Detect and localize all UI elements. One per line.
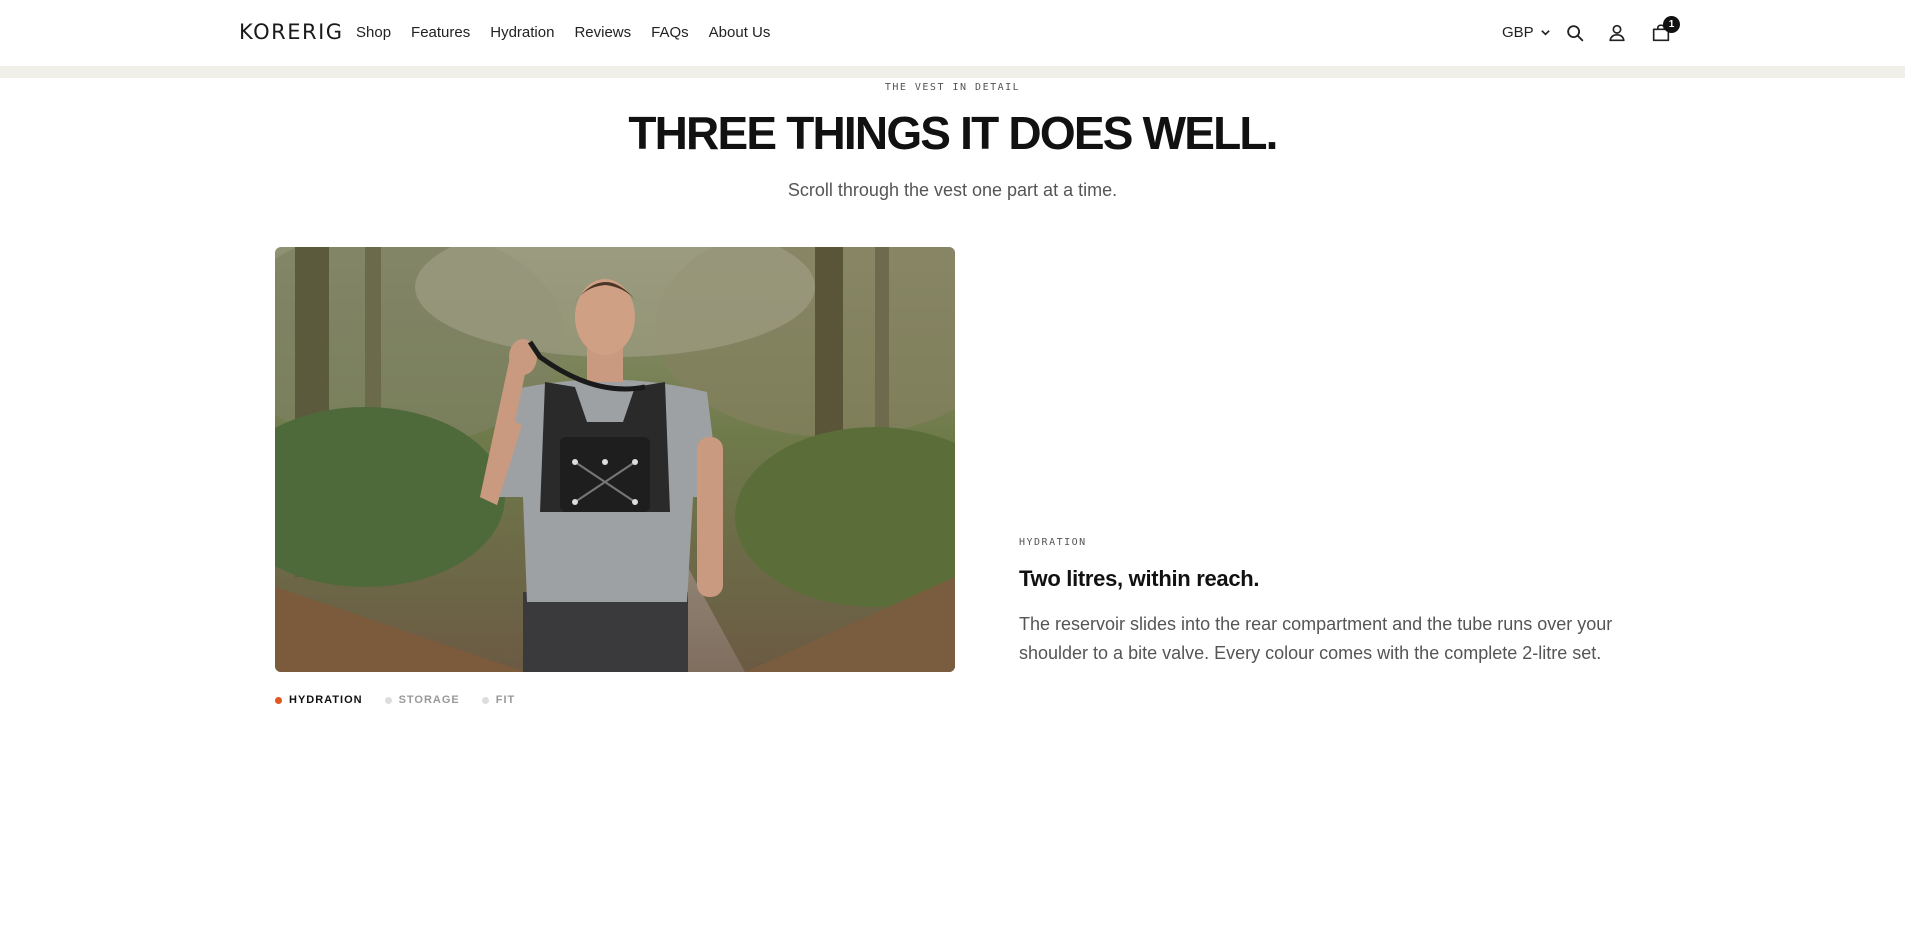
nav-shop[interactable]: Shop [356, 24, 391, 41]
currency-selector[interactable]: GBP [1502, 24, 1551, 41]
nav-faqs[interactable]: FAQs [651, 24, 689, 41]
site-header: KORERIG Shop Features Hydration Reviews … [0, 0, 1905, 66]
section-title: THREE THINGS IT DOES WELL. [628, 107, 1278, 159]
feature-tabs: HYDRATION STORAGE FIT [275, 694, 515, 706]
inactive-dot-icon [481, 696, 489, 704]
product-photo [275, 247, 955, 672]
cart-count-badge: 1 [1663, 16, 1680, 33]
search-icon[interactable] [1564, 22, 1586, 44]
nav-hydration[interactable]: Hydration [490, 24, 554, 41]
main-nav: Shop Features Hydration Reviews FAQs Abo… [356, 24, 770, 41]
section-subtitle: Scroll through the vest one part at a ti… [787, 180, 1118, 200]
logo[interactable]: KORERIG [239, 20, 344, 44]
nav-about-us[interactable]: About Us [709, 24, 771, 41]
tab-label: FIT [495, 694, 516, 706]
tab-storage[interactable]: STORAGE [384, 694, 460, 706]
account-icon[interactable] [1606, 22, 1628, 44]
tab-hydration[interactable]: HYDRATION [275, 694, 363, 706]
inactive-dot-icon [384, 696, 392, 704]
chevron-down-icon [1540, 30, 1550, 36]
nav-reviews[interactable]: Reviews [574, 24, 631, 41]
header-divider-strip [0, 66, 1905, 78]
nav-features[interactable]: Features [411, 24, 470, 41]
tab-fit[interactable]: FIT [481, 694, 516, 706]
feature-body: The reservoir slides into the rear compa… [1019, 614, 1613, 663]
feature-eyebrow: HYDRATION [1019, 537, 1087, 548]
tab-label: STORAGE [398, 694, 460, 706]
active-dot-icon [275, 696, 282, 704]
section-eyebrow: THE VEST IN DETAIL [884, 82, 1021, 93]
header-inner: KORERIG Shop Features Hydration Reviews … [239, 0, 1679, 66]
feature-title: Two litres, within reach. [1019, 566, 1260, 591]
tab-label: HYDRATION [289, 694, 363, 706]
currency-label: GBP [1502, 24, 1534, 41]
